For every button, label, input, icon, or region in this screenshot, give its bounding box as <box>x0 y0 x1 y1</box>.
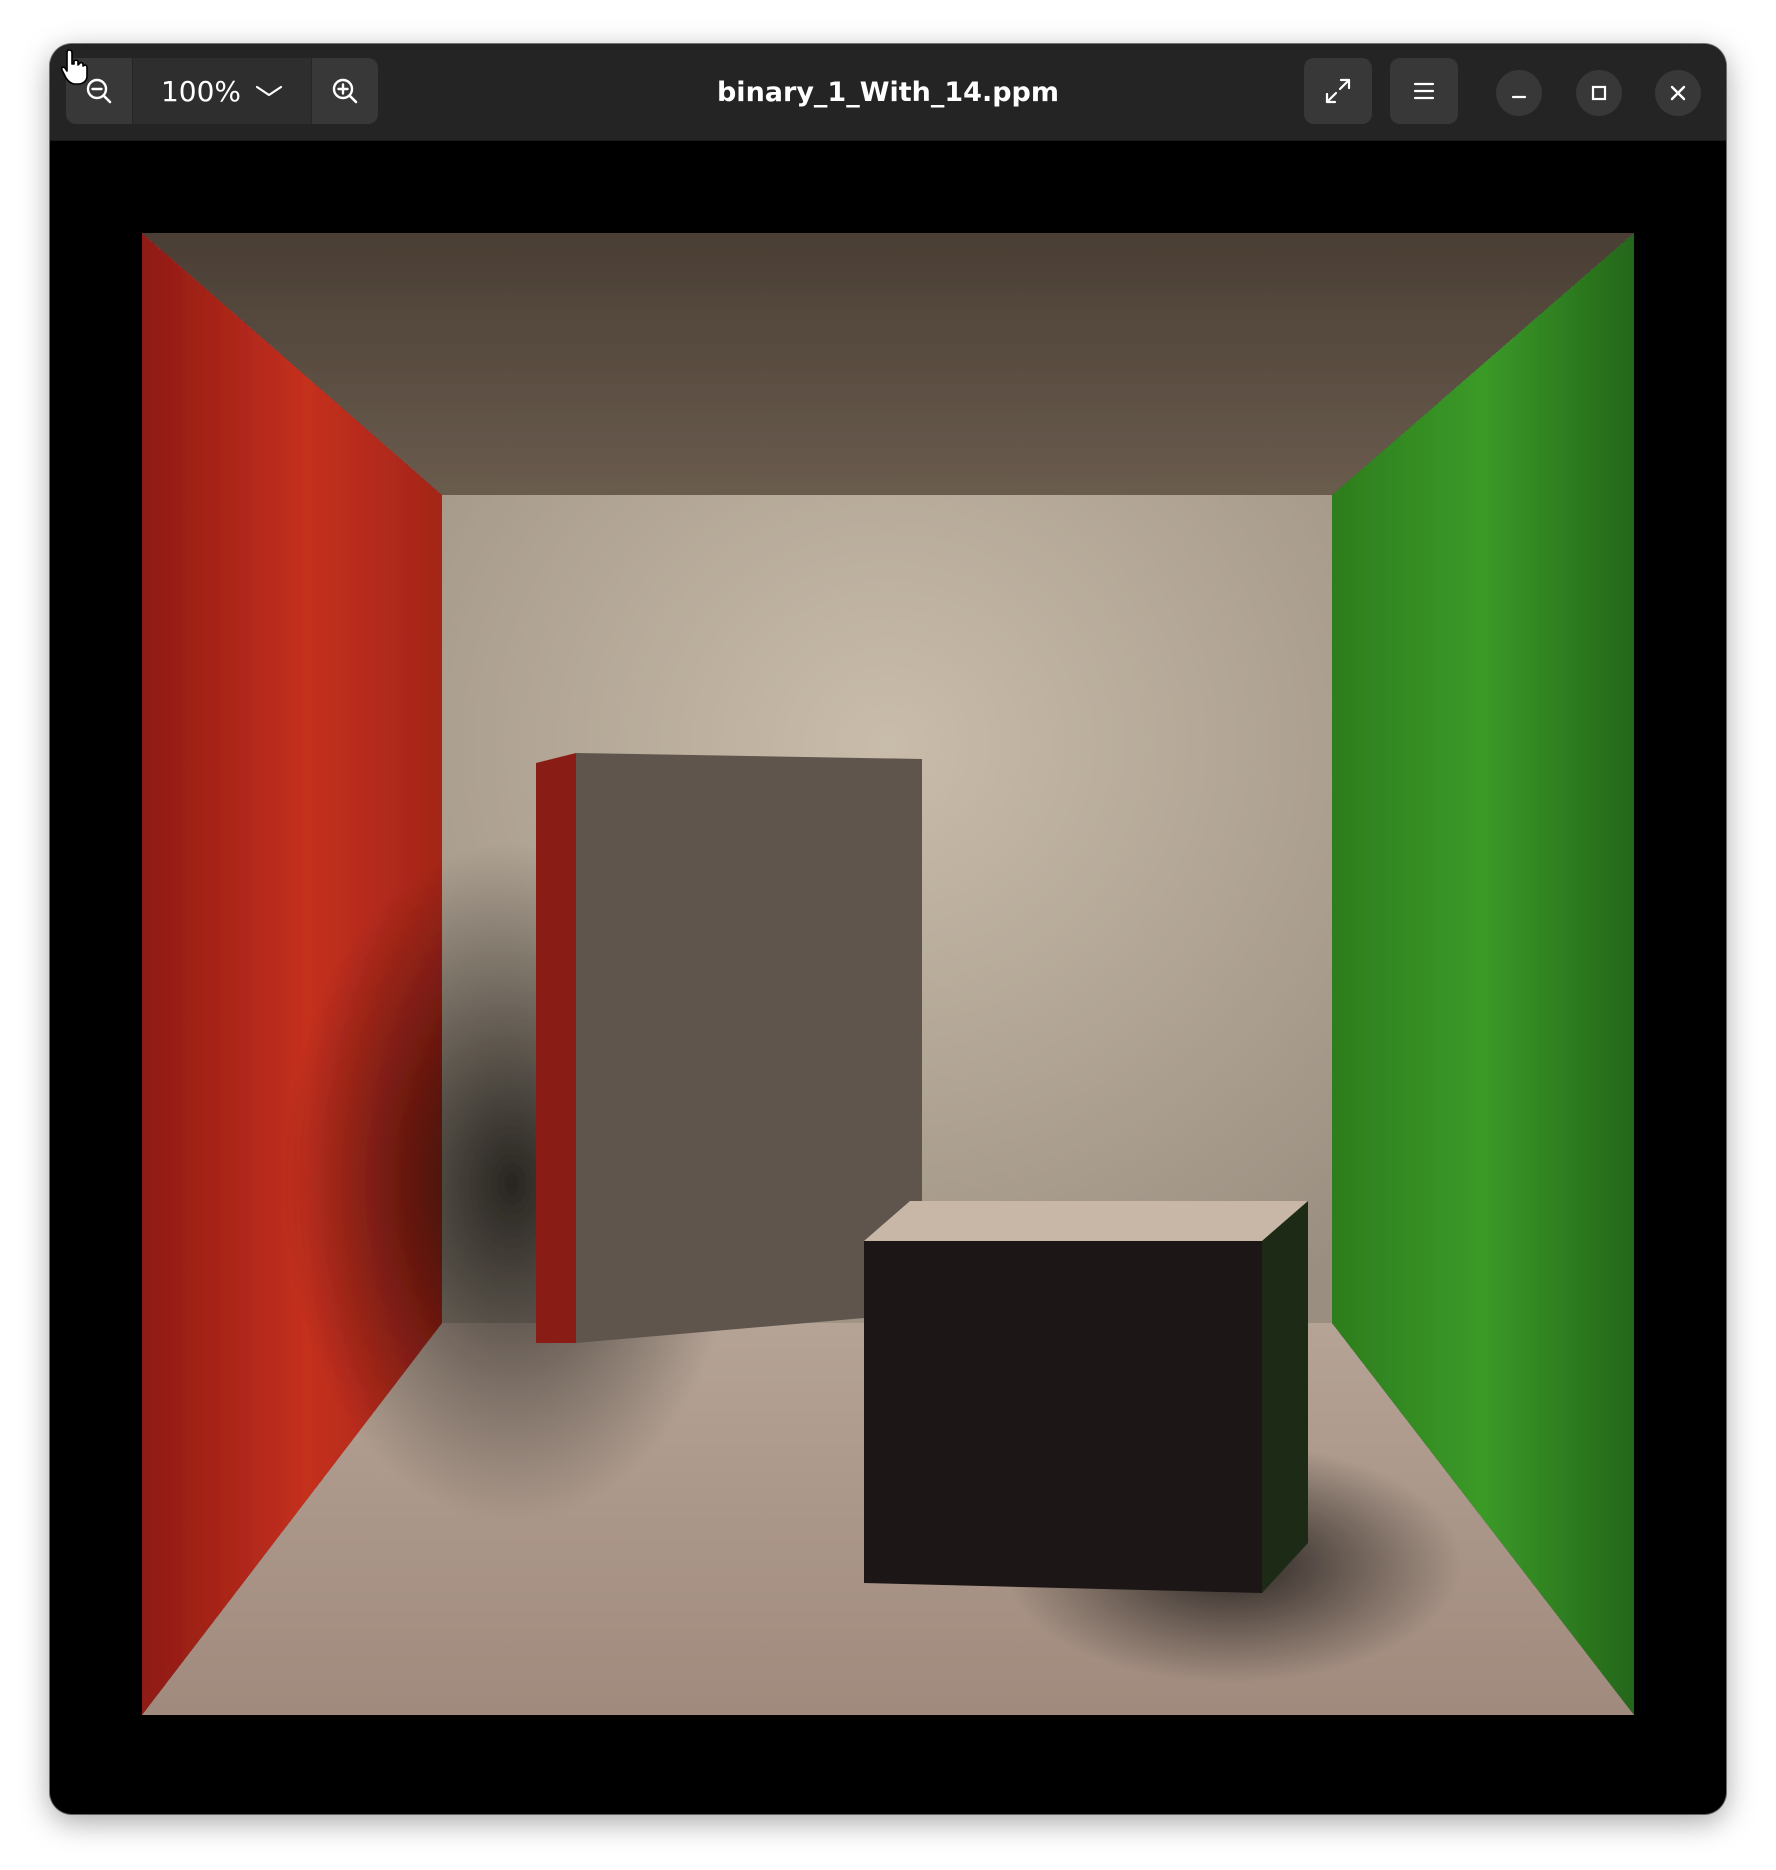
zoom-in-icon <box>332 78 358 104</box>
header-bar: 100% binary_1_With_14.ppm <box>50 44 1726 141</box>
fullscreen-button[interactable] <box>1304 58 1372 124</box>
image-viewer-window: 100% binary_1_With_14.ppm <box>50 44 1726 1814</box>
close-icon <box>1670 85 1686 101</box>
close-button[interactable] <box>1655 70 1701 116</box>
image-viewport[interactable] <box>50 141 1726 1814</box>
zoom-level-dropdown[interactable]: 100% <box>132 58 312 124</box>
zoom-level-label: 100% <box>160 74 242 108</box>
hamburger-menu-icon <box>1413 82 1435 100</box>
fullscreen-icon <box>1325 78 1351 104</box>
maximize-icon <box>1591 85 1607 101</box>
main-menu-button[interactable] <box>1390 58 1458 124</box>
maximize-button[interactable] <box>1576 70 1622 116</box>
minimize-button[interactable] <box>1496 70 1542 116</box>
cornell-box-render <box>142 233 1634 1715</box>
zoom-in-button[interactable] <box>312 58 378 124</box>
chevron-down-icon <box>255 85 283 97</box>
minimize-icon <box>1511 95 1527 99</box>
zoom-controls: 100% <box>66 58 378 124</box>
mouse-pointer-icon <box>60 49 88 85</box>
